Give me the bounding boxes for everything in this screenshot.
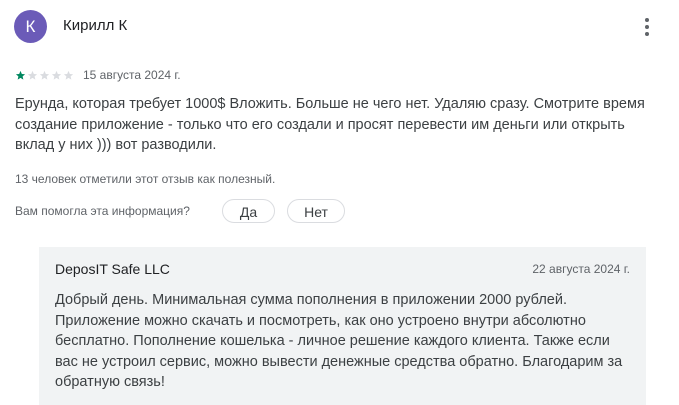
star-empty-icon bbox=[63, 70, 74, 80]
review-text: Ерунда, которая требует 1000$ Вложить. Б… bbox=[15, 96, 645, 153]
review-card: К Кирилл К 15 августа 2024 г. Ерунда, ко… bbox=[0, 0, 679, 405]
star-rating bbox=[15, 70, 74, 81]
star-empty-icon bbox=[27, 70, 38, 80]
author-name: Кирилл К bbox=[63, 17, 128, 34]
star-empty-icon bbox=[51, 70, 62, 80]
helpful-count: 13 человек отметили этот отзыв как полез… bbox=[15, 172, 276, 186]
helpful-no-button[interactable]: Нет bbox=[287, 199, 345, 223]
avatar: К bbox=[14, 10, 47, 43]
more-options-button[interactable] bbox=[636, 14, 658, 40]
developer-reply-date: 22 августа 2024 г. bbox=[532, 262, 630, 276]
developer-name: DeposIT Safe LLC bbox=[55, 261, 170, 277]
star-empty-icon bbox=[39, 70, 50, 80]
helpful-question: Вам помогла эта информация? bbox=[15, 204, 190, 218]
review-date: 15 августа 2024 г. bbox=[83, 68, 181, 82]
more-vert-icon bbox=[645, 18, 649, 22]
review-header: К Кирилл К bbox=[14, 10, 664, 44]
developer-reply: DeposIT Safe LLC 22 августа 2024 г. Добр… bbox=[39, 247, 646, 405]
developer-reply-text: Добрый день. Минимальная сумма пополнени… bbox=[55, 292, 623, 390]
rating-row: 15 августа 2024 г. bbox=[15, 67, 181, 83]
helpful-yes-button[interactable]: Да bbox=[222, 199, 275, 223]
star-filled-icon bbox=[15, 70, 26, 80]
